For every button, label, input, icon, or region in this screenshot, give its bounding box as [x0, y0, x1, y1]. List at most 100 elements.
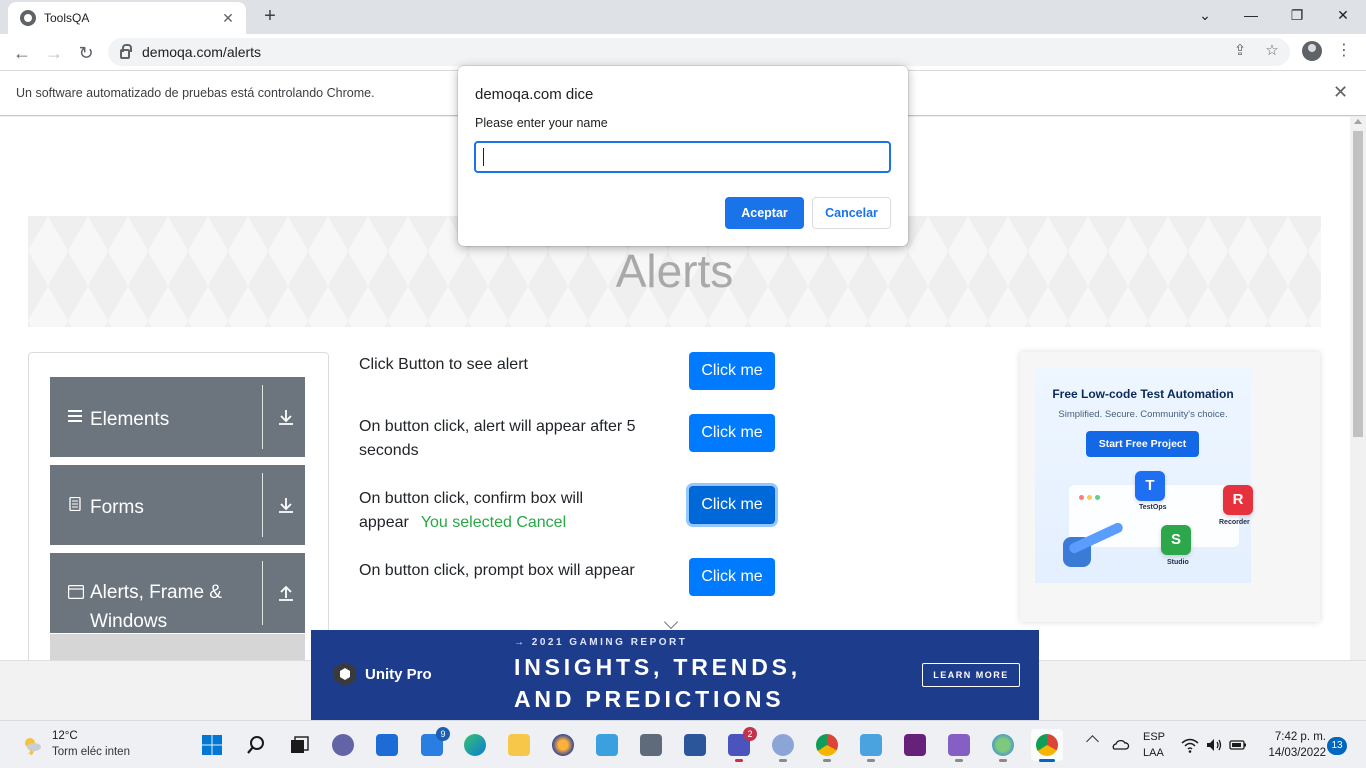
prompt-button[interactable]: Click me: [689, 558, 775, 596]
address-bar[interactable]: demoqa.com/alerts: [108, 38, 1290, 66]
running-indicator: [823, 759, 831, 762]
timer-alert-button[interactable]: Click me: [689, 414, 775, 452]
chrome-icon: [1036, 734, 1058, 756]
infobar-close-icon[interactable]: ✕: [1333, 82, 1348, 103]
r-app[interactable]: [767, 729, 799, 762]
volume-icon[interactable]: [1204, 735, 1224, 755]
alert-row-text: Click Button to see alert: [359, 356, 528, 373]
search-icon: [247, 736, 264, 754]
download-arrow-icon[interactable]: [276, 495, 296, 515]
close-window-button[interactable]: ✕: [1320, 0, 1366, 30]
menu-group-elements[interactable]: Elements: [50, 377, 305, 457]
running-indicator: [779, 759, 787, 762]
word-app[interactable]: [679, 729, 711, 761]
weather-temperature[interactable]: 12°C: [52, 730, 78, 742]
url-text: demoqa.com/alerts: [142, 44, 262, 60]
alert-button[interactable]: Click me: [689, 352, 775, 390]
edge-icon: [464, 734, 486, 756]
lock-icon[interactable]: [120, 44, 132, 59]
running-indicator: [867, 759, 875, 762]
task-view-button[interactable]: [283, 729, 315, 761]
dialog-name-input[interactable]: [474, 141, 891, 173]
visual-studio-2-app[interactable]: [943, 729, 975, 762]
menu-group-forms[interactable]: Forms: [50, 465, 305, 545]
calculator-app[interactable]: [635, 729, 667, 761]
browser-tabstrip: ToolsQA ✕ + ⌄ — ❐ ✕: [0, 0, 1366, 34]
menu-group-label: Elements: [90, 409, 170, 430]
ad-dot: [1095, 495, 1100, 500]
chat-icon: [332, 734, 354, 756]
wifi-icon[interactable]: [1180, 735, 1200, 755]
confirm-row-text: On button click, confirm box will appear…: [359, 487, 619, 535]
weather-description[interactable]: Torm eléc inten: [52, 746, 130, 758]
teams-app[interactable]: 2: [723, 727, 757, 762]
chrome-app[interactable]: [1031, 729, 1063, 762]
forward-icon[interactable]: →: [41, 40, 67, 66]
scroll-up-arrow-icon[interactable]: [1354, 119, 1362, 124]
download-arrow-icon[interactable]: [276, 407, 296, 427]
page-scrollbar[interactable]: [1350, 117, 1366, 660]
bookmark-star-icon[interactable]: ☆: [1261, 40, 1283, 62]
battery-icon[interactable]: [1228, 735, 1248, 755]
reload-icon[interactable]: ↻: [73, 40, 99, 66]
ad-katalon[interactable]: Free Low-code Test Automation Simplified…: [1020, 352, 1320, 622]
visual-studio-icon: [948, 734, 970, 756]
back-icon[interactable]: ←: [9, 40, 35, 66]
ad-cta-button[interactable]: Start Free Project: [1086, 431, 1199, 457]
upload-arrow-icon[interactable]: [276, 583, 296, 603]
notification-count-badge[interactable]: 13: [1327, 737, 1347, 755]
ad-dot: [1079, 495, 1084, 500]
confirm-button[interactable]: Click me: [689, 486, 775, 524]
visual-studio-icon: [904, 734, 926, 756]
browser-tab[interactable]: ToolsQA ✕: [8, 2, 246, 34]
maximize-button[interactable]: ❐: [1274, 0, 1320, 30]
timer-alert-row-text: On button click, alert will appear after…: [359, 418, 636, 459]
weather-storm-icon[interactable]: [22, 735, 42, 755]
dialog-title: demoqa.com dice: [475, 86, 594, 103]
control-panel-app[interactable]: [855, 729, 887, 762]
menu-kebab-icon[interactable]: ⋮: [1336, 40, 1352, 60]
teams-chat-app[interactable]: [327, 729, 359, 761]
clock-date[interactable]: 14/03/2022: [1258, 747, 1326, 759]
unity-logo-icon: [334, 662, 356, 686]
search-button[interactable]: [240, 729, 272, 761]
chrome-dev-app[interactable]: [811, 729, 843, 762]
dialog-cancel-button[interactable]: Cancelar: [812, 197, 891, 229]
share-icon[interactable]: ⇪: [1229, 40, 1251, 62]
dialog-ok-button[interactable]: Aceptar: [725, 197, 804, 229]
file-explorer-app[interactable]: [503, 729, 535, 761]
folder-icon: [508, 734, 530, 756]
scrollbar-thumb[interactable]: [1353, 131, 1363, 437]
task-view-icon: [291, 736, 309, 753]
dialog-message: Please enter your name: [475, 116, 608, 130]
onedrive-cloud-icon[interactable]: [1110, 735, 1130, 755]
window-icon: [68, 585, 84, 599]
notepad-app[interactable]: [591, 729, 623, 761]
edge-app[interactable]: [459, 729, 491, 761]
tab-search-button[interactable]: ⌄: [1182, 0, 1228, 30]
menu-group-alerts[interactable]: Alerts, Frame & Windows: [50, 553, 305, 633]
firefox-app[interactable]: [547, 729, 579, 761]
ad-unity-fixed[interactable]: Unity Pro → 2021 GAMING REPORT INSIGHTS,…: [311, 630, 1039, 720]
minimize-button[interactable]: —: [1228, 0, 1274, 30]
learn-more-button[interactable]: LEARN MORE: [922, 663, 1020, 687]
tab-close-icon[interactable]: ✕: [220, 10, 236, 27]
ad-subline: Simplified. Secure. Community's choice.: [1058, 409, 1228, 420]
ad-card[interactable]: Free Low-code Test Automation Simplified…: [1035, 367, 1253, 583]
profile-avatar-icon[interactable]: [1302, 41, 1322, 61]
page-title: Alerts: [615, 245, 734, 297]
store-app[interactable]: [371, 729, 403, 761]
tray-overflow-chevron-icon[interactable]: [1086, 735, 1099, 748]
mail-app[interactable]: 9: [416, 727, 450, 761]
word-icon: [684, 734, 706, 756]
chrome-automation-icon: [816, 734, 838, 756]
input-layout[interactable]: LAA: [1143, 747, 1164, 759]
new-tab-button[interactable]: +: [258, 4, 282, 28]
left-menu-panel: Elements Forms Alerts, Frame & Windows: [28, 352, 329, 660]
clock-time[interactable]: 7:42 p. m.: [1266, 731, 1326, 743]
visual-studio-app[interactable]: [899, 729, 931, 761]
input-language[interactable]: ESP: [1143, 731, 1165, 743]
start-button[interactable]: [196, 729, 228, 761]
running-indicator: [955, 759, 963, 762]
network-app[interactable]: [987, 729, 1019, 762]
